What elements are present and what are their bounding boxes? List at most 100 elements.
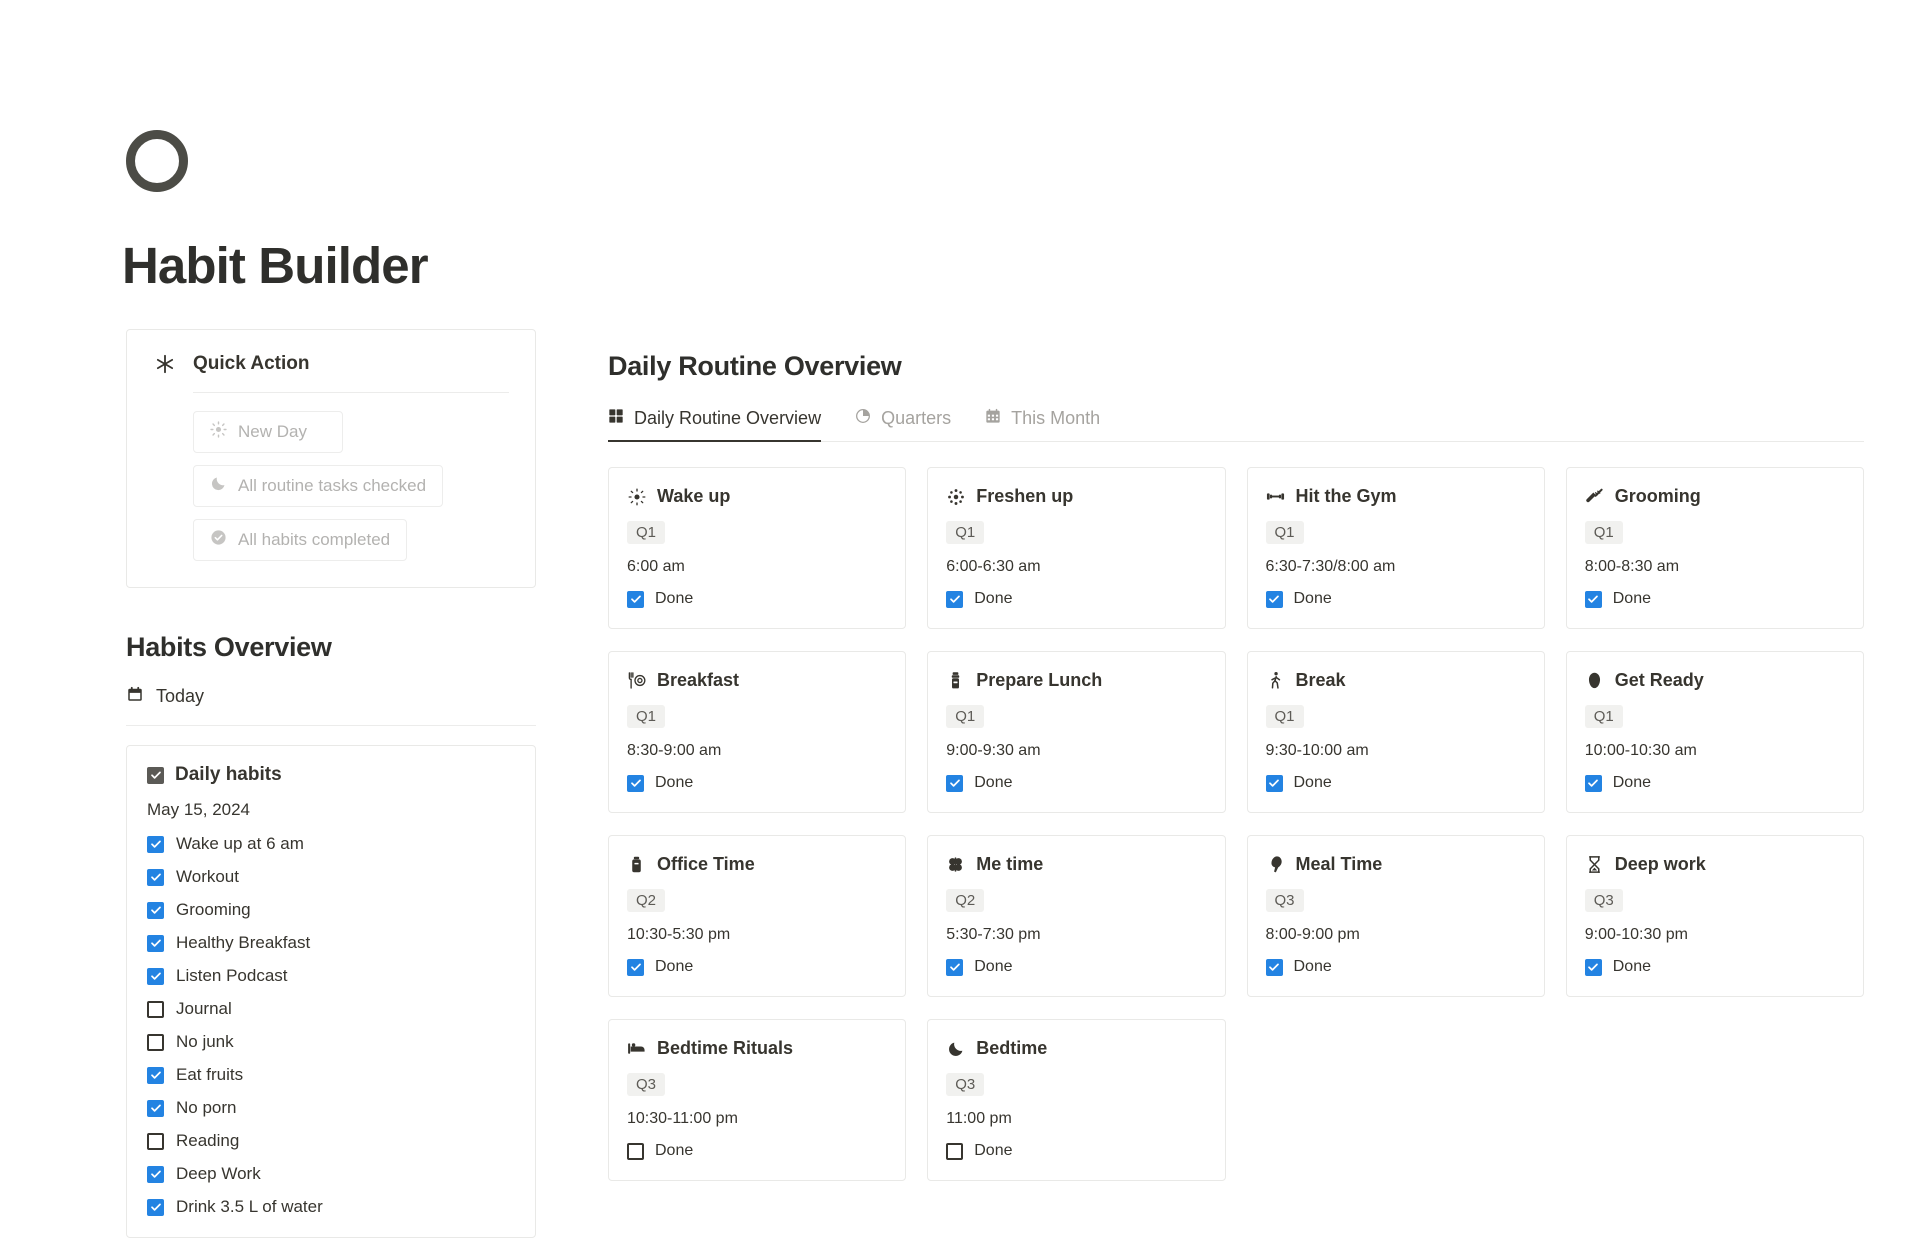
habit-label: No porn	[176, 1098, 237, 1117]
done-checkbox[interactable]	[946, 590, 964, 608]
habit-checkbox[interactable]	[147, 1132, 164, 1150]
habit-checkbox[interactable]	[147, 1000, 164, 1018]
routine-card-done-row[interactable]: Done	[946, 1142, 1206, 1160]
done-checkbox[interactable]	[627, 958, 644, 976]
habit-checkbox[interactable]	[147, 868, 164, 886]
tab-this-month[interactable]: This Month	[985, 408, 1100, 442]
routine-card-done-row[interactable]: Done	[946, 958, 1206, 976]
routine-card-done-row[interactable]: Done	[1584, 774, 1845, 792]
quarter-badge: Q1	[627, 521, 666, 544]
routine-card[interactable]: Wake up Q1 6:00 am Done	[608, 467, 907, 629]
habit-item[interactable]: Deep Work	[147, 1164, 515, 1184]
done-checkbox[interactable]	[1584, 774, 1602, 792]
habit-checkbox[interactable]	[147, 901, 164, 919]
sun-icon	[627, 487, 646, 506]
routine-card-done-row[interactable]: Done	[1265, 774, 1526, 792]
habit-item[interactable]: Eat fruits	[147, 1065, 515, 1085]
routine-card[interactable]: Break Q1 9:30-10:00 am Done	[1246, 651, 1545, 813]
routine-card[interactable]: Deep work Q3 9:00-10:30 pm Done	[1565, 835, 1864, 997]
routine-card-done-row[interactable]: Done	[946, 590, 1206, 608]
habit-item[interactable]: Wake up at 6 am	[147, 834, 515, 854]
content-columns: Quick Action New Day All routine tasks c…	[0, 291, 1920, 1238]
done-checkbox[interactable]	[627, 590, 644, 608]
routine-card-time: 8:00-8:30 am	[1584, 558, 1680, 575]
tab-daily-routine-overview[interactable]: Daily Routine Overview	[608, 408, 822, 442]
routine-card-done-row[interactable]: Done	[627, 1142, 887, 1160]
routine-card-done-row[interactable]: Done	[1584, 590, 1845, 608]
habit-item[interactable]: Workout	[147, 867, 515, 887]
done-checkbox[interactable]	[946, 958, 964, 976]
routine-card-done-row[interactable]: Done	[627, 774, 887, 792]
habit-item[interactable]: No junk	[147, 1032, 515, 1052]
routine-card[interactable]: Me time Q2 5:30-7:30 pm Done	[927, 835, 1226, 997]
habit-label: No junk	[176, 1032, 234, 1051]
done-checkbox[interactable]	[1265, 958, 1283, 976]
done-checkbox[interactable]	[1265, 590, 1283, 608]
routine-card-header: Bedtime	[946, 1038, 1206, 1059]
habit-checkbox[interactable]	[147, 1066, 164, 1084]
done-label: Done	[1612, 590, 1651, 607]
routine-card[interactable]: Grooming Q1 8:00-8:30 am Done	[1565, 467, 1864, 629]
routine-card-title: Deep work	[1614, 854, 1706, 874]
habit-item[interactable]: Listen Podcast	[147, 966, 515, 986]
habit-checkbox[interactable]	[147, 835, 164, 853]
routine-card-time: 10:30-5:30 pm	[627, 926, 731, 943]
routine-card-title: Freshen up	[976, 486, 1074, 506]
habit-item[interactable]: Drink 3.5 L of water	[147, 1197, 515, 1217]
routine-card[interactable]: Office Time Q2 10:30-5:30 pm Done	[608, 835, 907, 997]
routine-card-done-row[interactable]: Done	[627, 958, 887, 976]
daily-habits-title: Daily habits	[175, 764, 282, 785]
done-checkbox[interactable]	[946, 774, 964, 792]
routine-card[interactable]: Meal Time Q3 8:00-9:00 pm Done	[1246, 835, 1545, 997]
all-routine-tasks-checked-button[interactable]: All routine tasks checked	[193, 465, 444, 507]
quick-action-buttons: New Day All routine tasks checked All ha…	[193, 411, 509, 561]
routine-card-time: 11:00 pm	[946, 1110, 1012, 1127]
daily-habits-header[interactable]: Daily habits	[147, 764, 515, 786]
routine-card[interactable]: Freshen up Q1 6:00-6:30 am Done	[927, 467, 1226, 629]
routine-card-done-row[interactable]: Done	[627, 590, 887, 608]
routine-card-title: Hit the Gym	[1295, 486, 1397, 506]
done-checkbox[interactable]	[627, 1142, 644, 1160]
done-label: Done	[1612, 958, 1651, 975]
routine-card-done-row[interactable]: Done	[1265, 590, 1526, 608]
routine-card[interactable]: Prepare Lunch Q1 9:00-9:30 am Done	[927, 651, 1226, 813]
habit-item[interactable]: Healthy Breakfast	[147, 933, 515, 953]
routine-card[interactable]: Breakfast Q1 8:30-9:00 am Done	[608, 651, 907, 813]
done-checkbox[interactable]	[1584, 590, 1602, 608]
routine-card-done-row[interactable]: Done	[1265, 958, 1526, 976]
routine-card-done-row[interactable]: Done	[946, 774, 1206, 792]
habit-label: Reading	[176, 1131, 240, 1150]
done-checkbox[interactable]	[627, 774, 644, 792]
circle-outline-icon	[126, 130, 188, 192]
done-label: Done	[1293, 958, 1332, 975]
sun-icon	[210, 421, 227, 443]
dumbbell-icon	[1266, 487, 1285, 506]
routine-card-done-row[interactable]: Done	[1584, 958, 1845, 976]
habit-item[interactable]: Journal	[147, 999, 515, 1019]
routine-card[interactable]: Hit the Gym Q1 6:30-7:30/8:00 am Done	[1246, 467, 1545, 629]
habit-checkbox[interactable]	[147, 934, 164, 952]
done-checkbox[interactable]	[946, 1142, 964, 1160]
routine-card[interactable]: Get Ready Q1 10:00-10:30 am Done	[1565, 651, 1864, 813]
tab-quarters[interactable]: Quarters	[855, 408, 951, 442]
new-day-button[interactable]: New Day	[193, 411, 343, 453]
habit-checkbox[interactable]	[147, 1099, 164, 1117]
habit-checkbox[interactable]	[147, 1033, 164, 1051]
routine-card-header: Grooming	[1585, 486, 1845, 507]
routine-card[interactable]: Bedtime Q3 11:00 pm Done	[927, 1019, 1226, 1181]
today-row[interactable]: Today	[126, 685, 536, 708]
habit-item[interactable]: Grooming	[147, 900, 515, 920]
habit-item[interactable]: Reading	[147, 1131, 515, 1151]
habit-checkbox[interactable]	[147, 967, 164, 985]
all-habits-completed-button[interactable]: All habits completed	[193, 519, 408, 561]
habit-checkbox[interactable]	[147, 1198, 164, 1216]
habit-item[interactable]: No porn	[147, 1098, 515, 1118]
daily-habits-checkbox[interactable]	[147, 766, 164, 784]
habit-checkbox[interactable]	[147, 1165, 164, 1183]
done-checkbox[interactable]	[1265, 774, 1283, 792]
done-label: Done	[974, 958, 1013, 975]
done-checkbox[interactable]	[1584, 958, 1602, 976]
bed-icon	[627, 1039, 646, 1058]
section-title: Daily Routine Overview	[608, 351, 902, 381]
routine-card[interactable]: Bedtime Rituals Q3 10:30-11:00 pm Done	[608, 1019, 907, 1181]
